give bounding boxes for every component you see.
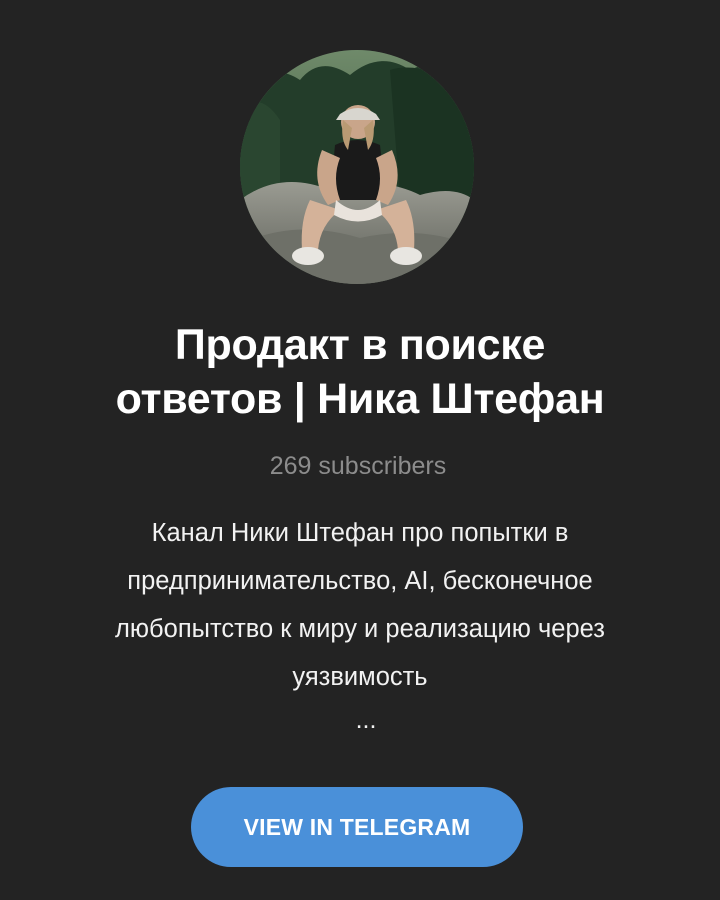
- avatar-photo-icon: [240, 50, 474, 284]
- view-in-telegram-button[interactable]: VIEW IN TELEGRAM: [191, 787, 523, 867]
- channel-description: Канал Ники Штефан про попытки в предприн…: [40, 509, 680, 701]
- channel-title-line: Продакт в поиске: [174, 321, 546, 369]
- description-line: уязвимость: [292, 663, 428, 691]
- channel-title-line: ответов | Ника Штефан: [115, 375, 605, 423]
- channel-avatar: [240, 50, 474, 284]
- description-line: предпринимательство, AI, бесконечное: [127, 567, 593, 595]
- subscriber-count: 269 subscribers: [269, 452, 447, 480]
- description-line: любопытство к миру и реализацию через: [115, 615, 605, 643]
- description-ellipsis: ...: [355, 706, 377, 734]
- channel-title: Продакт в поиске ответов | Ника Штефан: [40, 318, 680, 426]
- channel-preview-card: Продакт в поиске ответов | Ника Штефан 2…: [0, 0, 720, 900]
- description-line: Канал Ники Штефан про попытки в: [151, 519, 569, 547]
